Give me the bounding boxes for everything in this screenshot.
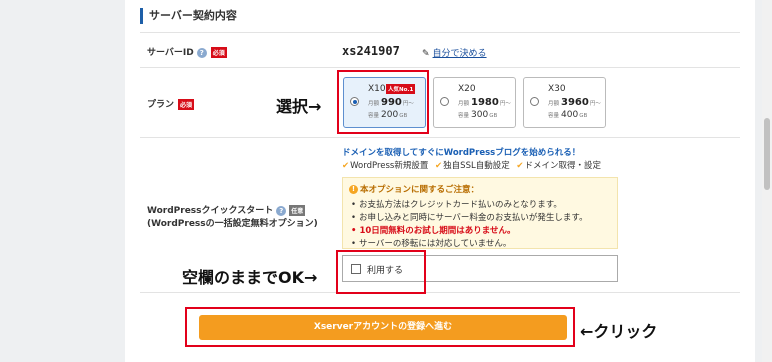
wordpress-sublabel: (WordPressの一括設定無料オプション) xyxy=(147,219,318,229)
notice-item: • サーバーの移転には対応していません。 xyxy=(351,239,512,249)
server-id-label-text: サーバーID xyxy=(147,48,194,58)
pencil-icon: ✎ xyxy=(422,49,430,59)
warning-icon: ! xyxy=(349,185,358,194)
plan-label: プラン 必須 xyxy=(147,97,195,110)
highlight-box-checkbox xyxy=(336,250,426,294)
notice-item: • 10日間無料のお試し期間はありません。 xyxy=(351,226,516,236)
section-title: サーバー契約内容 xyxy=(140,8,237,24)
wordpress-label-text: WordPressクイックスタート xyxy=(147,206,274,216)
check-icon: ✔ xyxy=(435,161,443,171)
server-id-label: サーバーID? 必須 xyxy=(147,45,227,58)
divider xyxy=(140,32,740,33)
plan-price: 月額 1980円〜 xyxy=(458,97,511,108)
required-badge: 必須 xyxy=(178,99,195,110)
plan-capacity: 容量 400GB xyxy=(548,110,588,120)
plan-radio-x20[interactable] xyxy=(440,97,449,106)
scrollbar-thumb[interactable] xyxy=(764,118,770,190)
choose-own-id-text: 自分で決める xyxy=(432,49,487,59)
feature-list: ✔WordPress新規設置 ✔独自SSL自動設定 ✔ドメイン取得・設定 xyxy=(342,159,601,171)
divider xyxy=(140,67,740,68)
check-icon: ✔ xyxy=(342,161,350,171)
server-id-value: xs241907 xyxy=(342,44,400,58)
plan-label-text: プラン xyxy=(147,100,175,110)
divider xyxy=(140,292,740,293)
notice-title: ! 本オプションに関するご注意： xyxy=(349,183,479,195)
feature-item: 独自SSL自動設定 xyxy=(443,161,510,171)
divider xyxy=(140,137,740,138)
plan-radio-x30[interactable] xyxy=(530,97,539,106)
notice-item: • お支払方法はクレジットカード払いのみとなります。 xyxy=(351,200,562,210)
plan-name: X30 xyxy=(548,84,566,94)
required-badge: 必須 xyxy=(210,47,227,58)
help-icon[interactable]: ? xyxy=(196,47,207,58)
highlight-box-button xyxy=(185,307,575,347)
help-icon[interactable]: ? xyxy=(276,205,287,216)
wordpress-label: WordPressクイックスタート? 任意 xyxy=(147,203,306,216)
feature-item: WordPress新規設置 xyxy=(350,161,429,171)
plan-capacity: 容量 300GB xyxy=(458,110,498,120)
check-icon: ✔ xyxy=(516,161,524,171)
plan-card-x30[interactable]: X30 月額 3960円〜 容量 400GB xyxy=(523,77,606,128)
annotation-click: ←クリック xyxy=(580,322,658,341)
notice-item: • お申し込みと同時にサーバー料金のお支払いが発生します。 xyxy=(351,213,588,223)
notice-box: ! 本オプションに関するご注意： • お支払方法はクレジットカード払いのみとなります… xyxy=(342,177,618,249)
plan-price: 月額 3960円〜 xyxy=(548,97,601,108)
choose-own-id-link[interactable]: ✎ 自分で決める xyxy=(422,46,487,59)
feature-item: ドメイン取得・設定 xyxy=(524,161,602,171)
highlight-box-plan xyxy=(337,70,429,134)
optional-badge: 任意 xyxy=(289,205,306,216)
annotation-leave-blank: 空欄のままでOK→ xyxy=(182,268,318,287)
annotation-select: 選択→ xyxy=(276,97,322,116)
plan-name: X20 xyxy=(458,84,476,94)
wordpress-headline: ドメインを取得してすぐにWordPressブログを始められる！ xyxy=(342,148,581,158)
plan-card-x20[interactable]: X20 月額 1980円〜 容量 300GB xyxy=(433,77,516,128)
